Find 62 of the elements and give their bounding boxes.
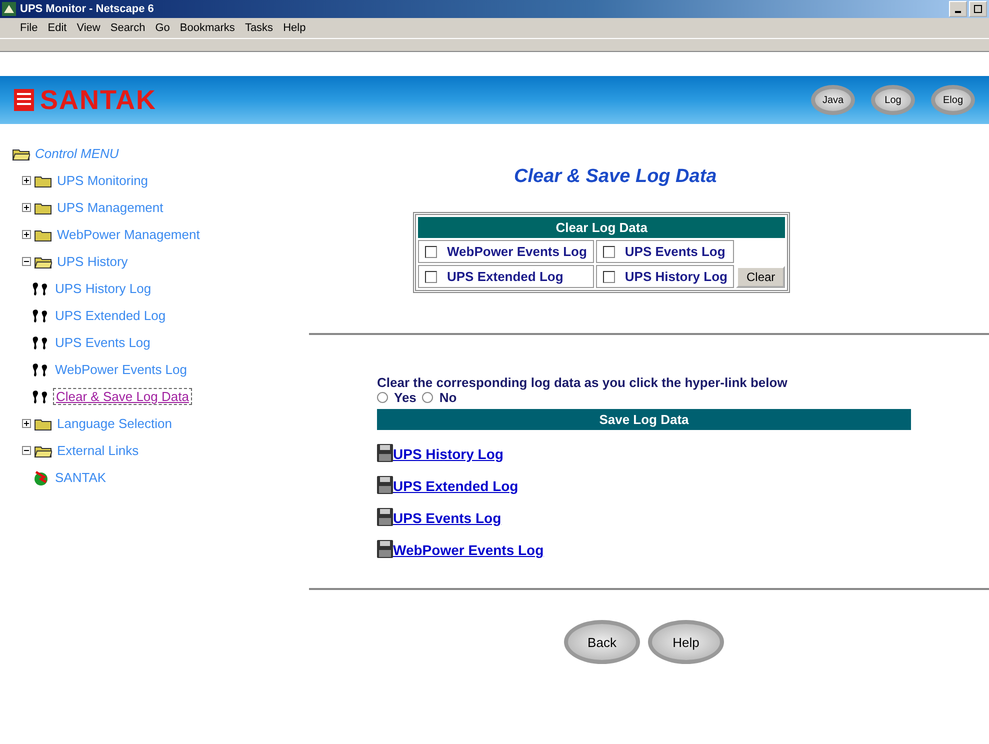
expand-icon[interactable] <box>22 203 31 212</box>
oval-button[interactable]: Elog <box>931 85 975 115</box>
maximize-button[interactable] <box>969 1 987 17</box>
expand-icon[interactable] <box>22 176 31 185</box>
footprints-icon <box>32 388 50 404</box>
globe-icon <box>32 470 50 486</box>
logo-text: SANTAK <box>40 84 156 116</box>
clear-button[interactable]: Clear <box>736 266 786 288</box>
oval-button[interactable]: Java <box>811 85 855 115</box>
open-folder-icon <box>34 444 52 458</box>
checkbox[interactable] <box>425 270 437 282</box>
menu-item[interactable]: Tasks <box>244 22 274 34</box>
tree-item[interactable]: Clear & Save Log Data <box>53 388 192 405</box>
footprints-icon <box>32 280 50 296</box>
save-link[interactable]: UPS Extended Log <box>393 478 518 494</box>
instruction-text: Clear the corresponding log data as you click the hyper-link below <box>377 375 788 390</box>
open-folder-icon <box>34 254 52 268</box>
folder-icon <box>34 174 52 188</box>
radio-label[interactable]: No <box>439 390 457 405</box>
panel-header: Save Log Data <box>377 409 911 430</box>
folder-icon <box>34 200 52 214</box>
collapse-icon[interactable] <box>22 257 31 266</box>
menu-item[interactable]: Bookmarks <box>180 22 235 34</box>
footprints-icon <box>32 308 50 324</box>
menu-item[interactable]: File <box>20 22 38 34</box>
footprints-icon <box>32 334 50 350</box>
save-link[interactable]: UPS Events Log <box>393 510 502 526</box>
maximize-icon <box>974 5 982 13</box>
collapse-icon[interactable] <box>22 446 31 455</box>
expand-icon[interactable] <box>22 419 31 428</box>
menu-item[interactable]: View <box>76 22 100 34</box>
menu-item[interactable]: Help <box>283 22 306 34</box>
page-title: Clear & Save Log Data <box>514 166 717 188</box>
panel-header: Clear Log Data <box>418 217 786 238</box>
checkbox[interactable] <box>602 270 615 282</box>
radio-label[interactable]: Yes <box>394 390 416 405</box>
folder-icon <box>34 416 52 430</box>
checkbox[interactable] <box>425 246 437 258</box>
oval-button[interactable]: Help <box>648 620 724 664</box>
radio-button[interactable] <box>422 392 434 403</box>
checkbox-option[interactable]: UPS Extended Log <box>418 265 594 288</box>
menu-item[interactable]: Go <box>155 22 170 34</box>
radio-button[interactable] <box>377 392 388 403</box>
save-link[interactable]: UPS History Log <box>393 446 504 462</box>
menu-item[interactable]: Edit <box>48 22 67 34</box>
collapsed-toolbar[interactable] <box>0 38 989 52</box>
menu-item[interactable]: Search <box>110 22 146 34</box>
open-folder-icon <box>12 146 30 160</box>
oval-button[interactable]: Log <box>871 85 915 115</box>
expand-icon[interactable] <box>22 230 31 239</box>
checkbox[interactable] <box>602 246 615 258</box>
checkbox-option[interactable]: UPS History Log <box>596 265 734 288</box>
folder-icon <box>34 228 52 242</box>
checkbox-option[interactable]: UPS Events Log <box>596 240 734 263</box>
window-title: UPS Monitor - Netscape 6 <box>20 3 154 15</box>
save-link[interactable]: WebPower Events Log <box>393 542 544 558</box>
checkbox-option[interactable]: WebPower Events Log <box>418 240 594 263</box>
logo-icon <box>14 89 34 111</box>
minimize-button[interactable] <box>949 1 967 17</box>
footprints-icon <box>32 362 50 378</box>
oval-button[interactable]: Back <box>564 620 640 664</box>
app-icon <box>2 2 16 16</box>
